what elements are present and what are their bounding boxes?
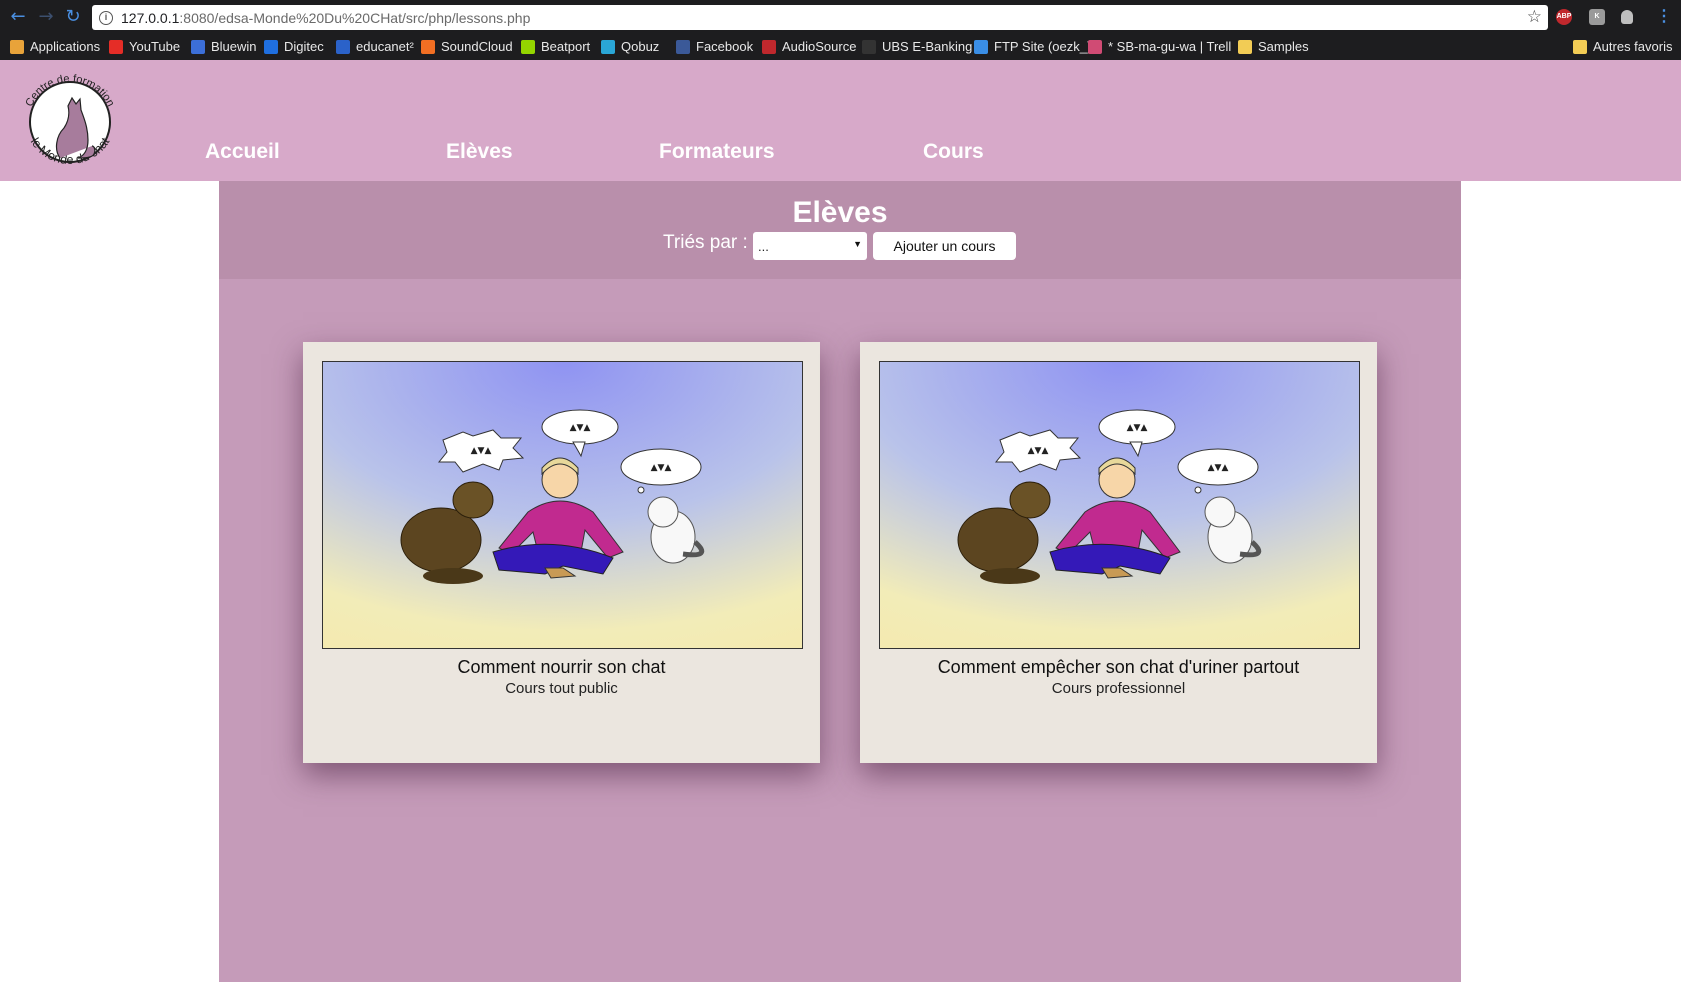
course-subtitle: Cours tout public <box>505 680 618 697</box>
bookmark-folder[interactable]: Samples <box>1238 39 1309 54</box>
bookmark-apps-grid[interactable]: Applications <box>10 39 100 54</box>
reload-icon[interactable]: ↻ <box>63 7 83 27</box>
course-title: Comment empêcher son chat d'uriner parto… <box>937 657 1300 677</box>
address-row: ← → ↻ i 127.0.0.1:8080/edsa-Monde%20Du%2… <box>0 0 1681 33</box>
bookmark-star-icon[interactable]: ☆ <box>1527 7 1542 27</box>
bookmark-youtube[interactable]: YouTube <box>109 39 180 54</box>
dropdown-arrow-icon: ▼ <box>853 239 862 249</box>
svg-text:▲▼▲: ▲▼▲ <box>1028 446 1049 456</box>
bookmark-label: educanet² <box>356 39 414 54</box>
adblock-plus-icon[interactable]: ABP <box>1556 9 1572 25</box>
sort-select[interactable]: ... ▼ <box>753 232 867 260</box>
ftp-icon <box>974 39 988 54</box>
bookmark-label: Facebook <box>696 39 754 54</box>
nav-cours[interactable]: Cours <box>923 140 984 164</box>
page-title: Elèves <box>792 196 888 229</box>
bookmark-label: Bluewin <box>211 39 257 54</box>
sort-select-value: ... <box>758 239 769 254</box>
svg-text:▲▼▲: ▲▼▲ <box>471 446 492 456</box>
bookmark-digitec[interactable]: Digitec <box>264 39 324 54</box>
nav-accueil[interactable]: Accueil <box>205 140 280 164</box>
bookmark-label: Autres favoris <box>1593 39 1673 54</box>
nav-formateurs[interactable]: Formateurs <box>659 140 775 164</box>
bookmark-trello[interactable]: * SB-ma-gu-wa | Trell <box>1088 39 1231 54</box>
bookmark-ftp[interactable]: FTP Site (oezk_) <box>974 39 1091 54</box>
bookmark-label: AudioSource <box>782 39 857 54</box>
bookmark-beatport[interactable]: Beatport <box>521 39 590 54</box>
bookmark-label: SoundCloud <box>441 39 513 54</box>
site-header: Centre de formation le Monde du chat Acc… <box>0 60 1681 181</box>
educanet-icon <box>336 39 350 54</box>
bookmark-label: * SB-ma-gu-wa | Trell <box>1108 39 1232 54</box>
bookmark-label: Digitec <box>284 39 324 54</box>
bookmark-audiosource[interactable]: AudioSource <box>762 39 856 54</box>
extension-k-icon[interactable]: K <box>1589 9 1605 25</box>
course-card[interactable]: ▲▼▲ ▲▼▲ ▲▼▲ Comment nourrir son chat Cou… <box>303 342 820 763</box>
svg-text:▲▼▲: ▲▼▲ <box>570 423 591 433</box>
bookmark-ubs[interactable]: UBS E-Banking <box>862 39 972 54</box>
course-illustration: ▲▼▲ ▲▼▲ ▲▼▲ <box>322 361 803 649</box>
bookmark-label: Beatport <box>541 39 591 54</box>
nav-eleves[interactable]: Elèves <box>446 140 513 164</box>
beatport-icon <box>521 39 535 54</box>
bookmark-label: Applications <box>30 39 101 54</box>
bookmark-label: Qobuz <box>621 39 660 54</box>
youtube-icon <box>109 39 123 54</box>
url-text: 127.0.0.1:8080/edsa-Monde%20Du%20CHat/sr… <box>121 10 530 26</box>
add-course-button[interactable]: Ajouter un cours <box>873 232 1016 260</box>
qobuz-icon <box>601 39 615 54</box>
bluewin-icon <box>191 39 205 54</box>
bookmark-bluewin[interactable]: Bluewin <box>191 39 257 54</box>
course-illustration: ▲▼▲ ▲▼▲ ▲▼▲ <box>879 361 1360 649</box>
trello-icon <box>1088 39 1102 54</box>
bookmark-soundcloud[interactable]: SoundCloud <box>421 39 513 54</box>
bookmark-label: Samples <box>1258 39 1309 54</box>
soundcloud-icon <box>421 39 435 54</box>
apps-grid-icon <box>10 39 24 54</box>
bookmark-qobuz[interactable]: Qobuz <box>601 39 659 54</box>
browser-menu-icon[interactable]: ⋮ <box>1656 6 1672 26</box>
sort-label: Triés par : <box>663 232 748 253</box>
svg-text:▲▼▲: ▲▼▲ <box>651 463 672 473</box>
back-arrow-icon[interactable]: ← <box>8 7 28 27</box>
course-title: Comment nourrir son chat <box>457 657 666 677</box>
address-bar[interactable]: i 127.0.0.1:8080/edsa-Monde%20Du%20CHat/… <box>92 5 1548 30</box>
forward-arrow-icon[interactable]: → <box>36 7 56 27</box>
bookmark-label: YouTube <box>129 39 181 54</box>
facebook-icon <box>676 39 690 54</box>
browser-chrome: ← → ↻ i 127.0.0.1:8080/edsa-Monde%20Du%2… <box>0 0 1681 60</box>
folder-icon <box>1573 39 1587 54</box>
bookmark-educanet[interactable]: educanet² <box>336 39 414 54</box>
svg-text:▲▼▲: ▲▼▲ <box>1208 463 1229 473</box>
url-host: 127.0.0.1 <box>121 9 180 26</box>
digitec-icon <box>264 39 278 54</box>
cat-logo[interactable]: Centre de formation le Monde du chat <box>14 66 126 178</box>
url-path: :8080/edsa-Monde%20Du%20CHat/src/php/les… <box>179 9 531 26</box>
bookmark-label: FTP Site (oezk_) <box>994 39 1092 54</box>
bookmarks-bar: Applications YouTube Bluewin Digitec educane… <box>0 33 1681 60</box>
page-toolbar: Elèves Triés par : ... ▼ Ajouter un cour… <box>219 181 1461 279</box>
ghost-extension-icon[interactable] <box>1621 10 1633 24</box>
audiosource-icon <box>762 39 776 54</box>
bookmark-facebook[interactable]: Facebook <box>676 39 753 54</box>
ubs-icon <box>862 39 876 54</box>
svg-text:▲▼▲: ▲▼▲ <box>1127 423 1148 433</box>
bookmark-label: UBS E-Banking <box>882 39 973 54</box>
course-card[interactable]: ▲▼▲ ▲▼▲ ▲▼▲ Comment empêcher son chat d'… <box>860 342 1377 763</box>
folder-icon <box>1238 39 1252 54</box>
course-subtitle: Cours professionnel <box>1051 680 1186 697</box>
bookmark-folder[interactable]: Autres favoris <box>1573 39 1672 54</box>
main-content: Elèves Triés par : ... ▼ Ajouter un cour… <box>219 181 1461 982</box>
site-info-icon[interactable]: i <box>99 10 113 25</box>
